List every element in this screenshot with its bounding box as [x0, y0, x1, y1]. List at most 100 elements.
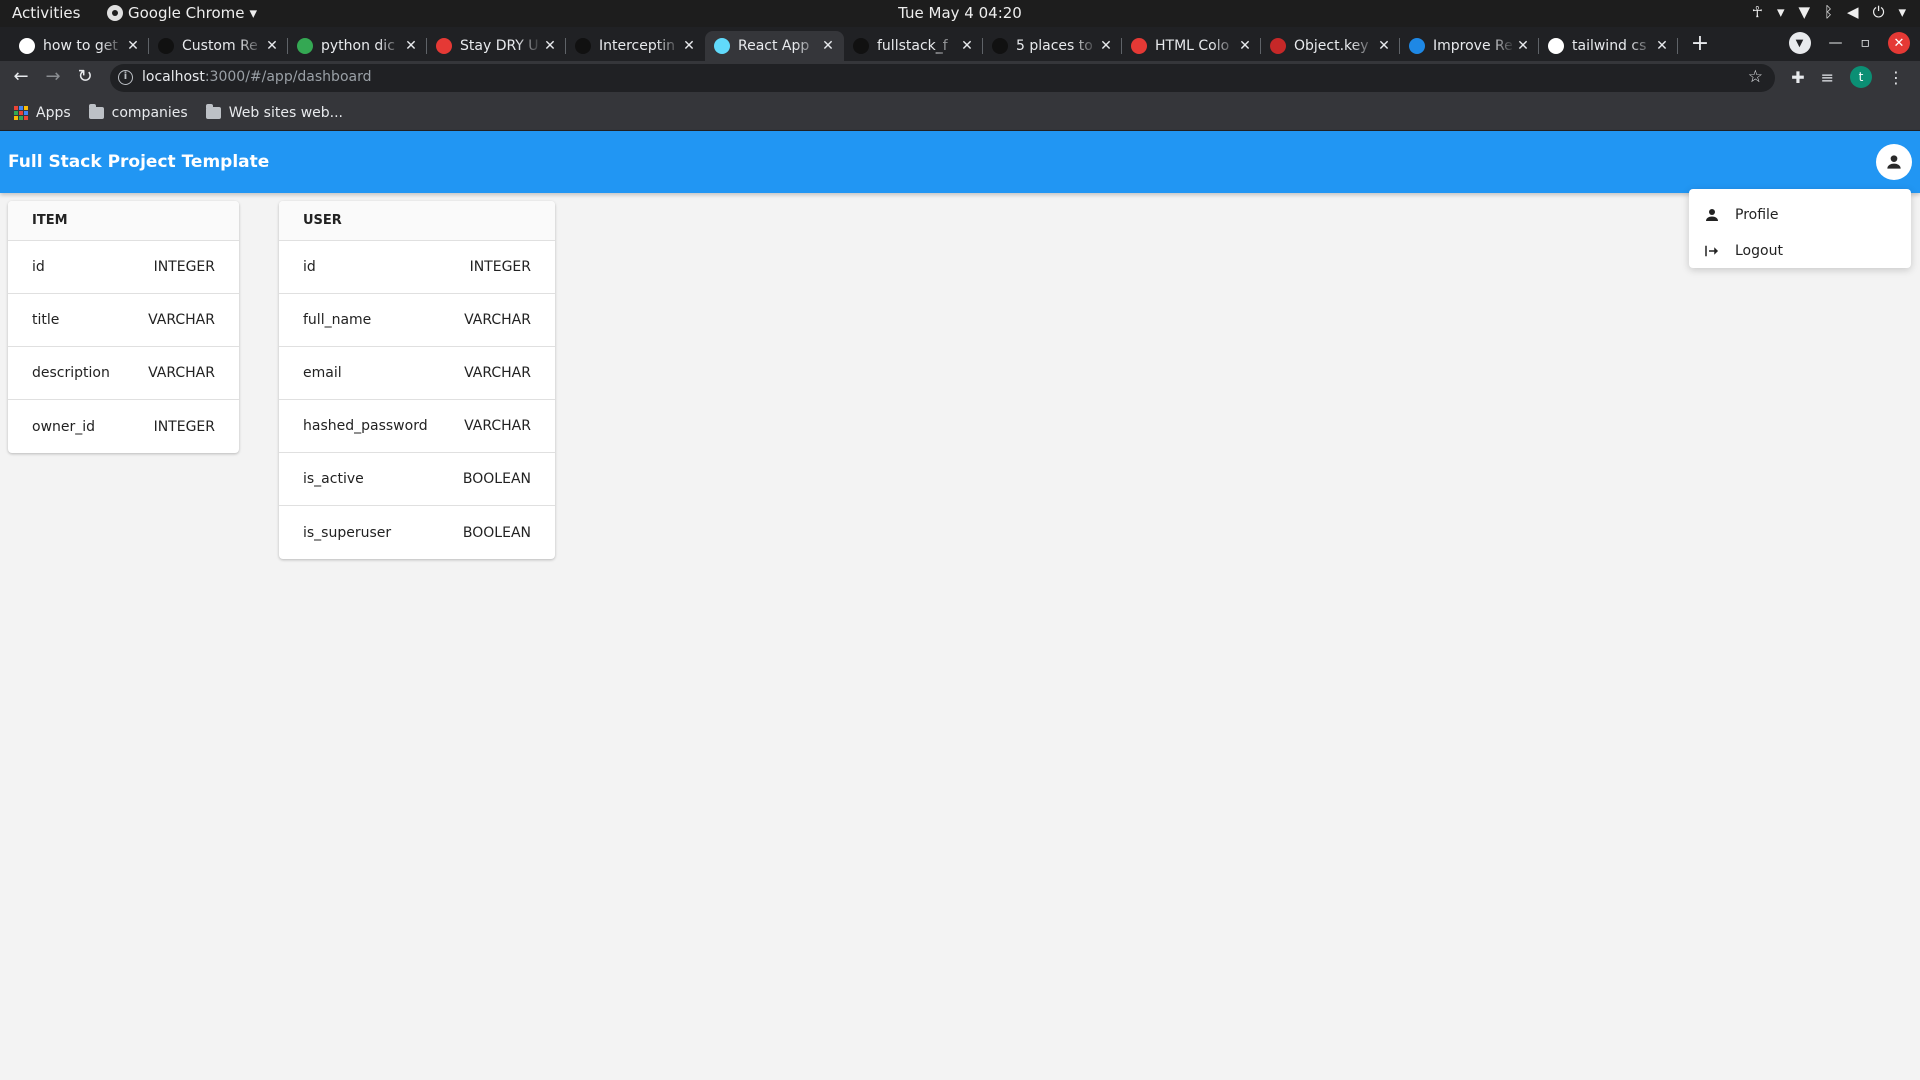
column-name: id [303, 259, 316, 275]
site-info-icon[interactable]: i [118, 70, 133, 85]
new-tab-button[interactable]: + [1687, 31, 1713, 57]
browser-tab[interactable]: fullstack_f ✕ [844, 31, 983, 61]
tab-separator [1677, 38, 1678, 54]
browser-tab[interactable]: Stay DRY U ✕ [427, 31, 566, 61]
power-icon[interactable]: ⏻ [1873, 3, 1885, 21]
tab-title: fullstack_f [877, 38, 948, 54]
browser-tab[interactable]: Object.key ✕ [1261, 31, 1400, 61]
minimize-button[interactable]: — [1829, 35, 1843, 51]
tab-close-icon[interactable]: ✕ [264, 38, 280, 54]
column-type: VARCHAR [464, 365, 531, 381]
tab-favicon-icon [436, 38, 452, 54]
column-type: VARCHAR [464, 418, 531, 434]
tab-close-icon[interactable]: ✕ [403, 38, 419, 54]
column-type: INTEGER [469, 259, 531, 275]
tab-close-icon[interactable]: ✕ [1654, 38, 1670, 54]
table-row: is_active BOOLEAN [279, 453, 555, 506]
account-menu: Profile Logout [1689, 189, 1911, 268]
browser-tab[interactable]: 5 places to ✕ [983, 31, 1122, 61]
tab-search-icon[interactable]: ▼ [1788, 32, 1811, 54]
browser-tab[interactable]: React App ✕ [705, 31, 844, 61]
menu-item-logout[interactable]: Logout [1689, 233, 1911, 269]
bookmark-folder-companies[interactable]: companies [88, 103, 188, 121]
close-window-button[interactable]: ✕ [1888, 32, 1910, 54]
tab-favicon-icon [992, 38, 1008, 54]
table-title: USER [279, 201, 555, 241]
tab-favicon-icon [158, 38, 174, 54]
tab-title: Object.key [1294, 38, 1369, 54]
bluetooth-icon[interactable]: ᛒ [1824, 3, 1833, 21]
extensions-icon[interactable]: ✚ [1791, 68, 1804, 87]
caret-down-icon[interactable]: ▾ [1777, 3, 1785, 21]
system-tray[interactable]: ☥ ▾ ▼ ᛒ ◀ ⏻ ▾ [1752, 3, 1906, 21]
browser-tab[interactable]: tailwind cs ✕ [1539, 31, 1678, 61]
user-table: USER id INTEGER full_name VARCHAR email VARCH… [279, 201, 555, 559]
browser-tab[interactable]: Interceptin ✕ [566, 31, 705, 61]
table-body: id INTEGER title VARCHAR description VARCHAR o… [8, 241, 239, 453]
bookmark-folder-websites[interactable]: Web sites web... [205, 103, 343, 121]
kebab-menu-icon[interactable]: ⋮ [1888, 68, 1904, 87]
tab-list: how to get ✕ Custom Re ✕ python dic ✕ Stay DRY… [10, 31, 1678, 61]
tab-close-icon[interactable]: ✕ [1098, 38, 1114, 54]
address-bar[interactable]: i localhost:3000/#/app/dashboard ☆ [110, 64, 1775, 92]
caret-down-icon: ▾ [249, 4, 258, 22]
tab-title: python dic [321, 38, 395, 54]
column-name: description [32, 365, 110, 381]
table-body: id INTEGER full_name VARCHAR email VARCHAR has… [279, 241, 555, 559]
maximize-button[interactable]: ▫ [1861, 35, 1871, 51]
wifi-icon[interactable]: ▼ [1798, 3, 1810, 21]
table-title: ITEM [8, 201, 239, 241]
media-control-icon[interactable]: ≡ [1821, 68, 1834, 87]
profile-avatar[interactable]: t [1850, 66, 1872, 88]
bookmark-apps[interactable]: Apps [14, 105, 71, 121]
column-type: VARCHAR [464, 312, 531, 328]
browser-tab[interactable]: how to get ✕ [10, 31, 149, 61]
url-path: :3000/#/app/dashboard [204, 69, 372, 85]
activities-button[interactable]: Activities [12, 4, 80, 22]
tab-close-icon[interactable]: ✕ [959, 38, 975, 54]
tab-favicon-icon [1270, 38, 1286, 54]
column-name: hashed_password [303, 418, 428, 434]
app-header: Full Stack Project Template [0, 131, 1920, 193]
tab-close-icon[interactable]: ✕ [681, 38, 697, 54]
tab-favicon-icon [853, 38, 869, 54]
bookmarks-bar: Apps companies Web sites web... [0, 95, 1920, 131]
tab-favicon-icon [19, 38, 35, 54]
tab-close-icon[interactable]: ✕ [820, 38, 836, 54]
back-arrow-icon[interactable]: ← [9, 66, 33, 87]
url-host: localhost [142, 69, 205, 85]
forward-arrow-icon[interactable]: → [41, 66, 65, 87]
url-text[interactable]: localhost:3000/#/app/dashboard [142, 69, 371, 85]
browser-tab[interactable]: HTML Colo ✕ [1122, 31, 1261, 61]
browser-tab[interactable]: python dic ✕ [288, 31, 427, 61]
volume-icon[interactable]: ◀ [1847, 3, 1859, 21]
tab-close-icon[interactable]: ✕ [542, 38, 558, 54]
column-name: full_name [303, 312, 372, 328]
app-menu[interactable]: Google Chrome ▾ [107, 4, 257, 22]
accessibility-icon[interactable]: ☥ [1752, 3, 1763, 21]
tab-close-icon[interactable]: ✕ [1515, 38, 1531, 54]
reload-icon[interactable]: ↻ [73, 66, 97, 87]
menu-item-profile[interactable]: Profile [1689, 197, 1911, 233]
table-row: owner_id INTEGER [8, 400, 239, 453]
app-title[interactable]: Full Stack Project Template [8, 152, 269, 172]
browser-tab[interactable]: Custom Re ✕ [149, 31, 288, 61]
table-row: hashed_password VARCHAR [279, 400, 555, 453]
table-row: email VARCHAR [279, 347, 555, 400]
caret-down-icon[interactable]: ▾ [1898, 3, 1906, 21]
folder-icon [88, 103, 104, 119]
clock[interactable]: Tue May 4 04:20 [0, 4, 1920, 22]
bookmark-star-icon[interactable]: ☆ [1748, 67, 1763, 87]
tab-close-icon[interactable]: ✕ [125, 38, 141, 54]
account-button[interactable] [1876, 144, 1912, 180]
tab-close-icon[interactable]: ✕ [1376, 38, 1392, 54]
person-icon [1887, 155, 1901, 169]
table-row: full_name VARCHAR [279, 294, 555, 347]
folder-icon [205, 103, 221, 119]
browser-tab[interactable]: Improve Re ✕ [1400, 31, 1539, 61]
tab-close-icon[interactable]: ✕ [1237, 38, 1253, 54]
column-name: id [32, 259, 45, 275]
tab-favicon-icon [297, 38, 313, 54]
chrome-icon [107, 5, 123, 21]
column-type: BOOLEAN [462, 524, 531, 541]
